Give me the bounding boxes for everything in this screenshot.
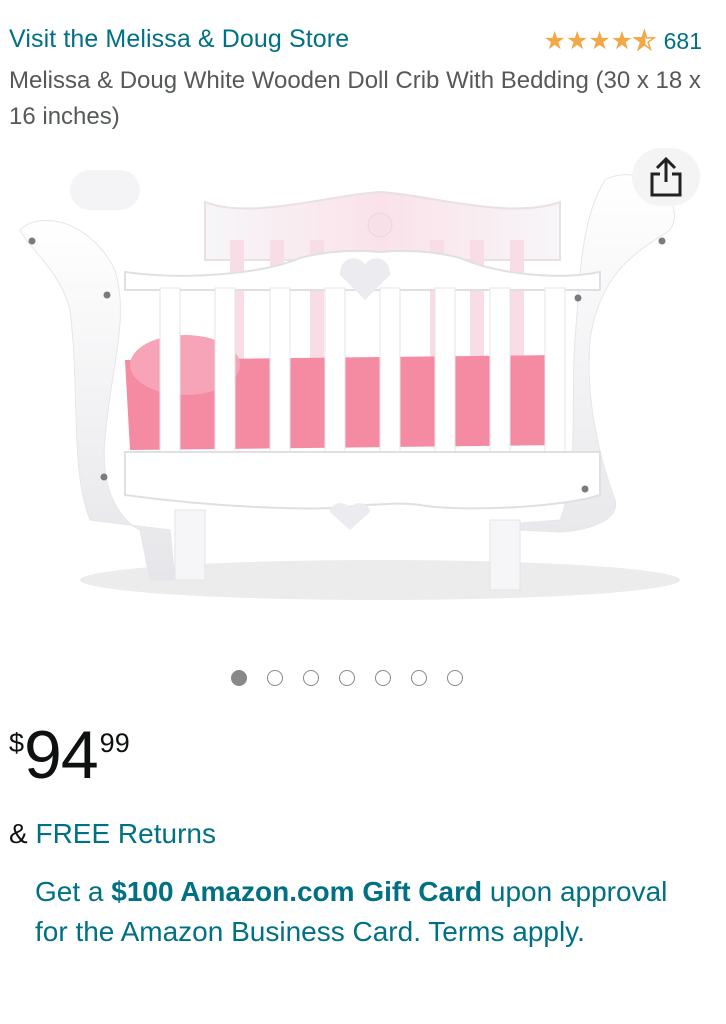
review-count[interactable]: 681	[664, 28, 702, 55]
carousel-dot-4[interactable]	[339, 670, 355, 686]
carousel-dot-1[interactable]	[231, 670, 247, 686]
carousel-dot-3[interactable]	[303, 670, 319, 686]
carousel-dot-5[interactable]	[375, 670, 391, 686]
carousel-dot-2[interactable]	[267, 670, 283, 686]
share-button[interactable]	[632, 148, 700, 206]
star-icon: ★	[565, 27, 589, 55]
carousel-dot-6[interactable]	[411, 670, 427, 686]
promo-bold: $100 Amazon.com Gift Card	[111, 876, 483, 907]
star-icon: ★	[610, 27, 634, 55]
promo-pre: Get a	[35, 876, 112, 907]
star-icon: ★	[588, 27, 611, 55]
price-symbol: $	[9, 728, 25, 758]
price: $ 94 99	[9, 717, 130, 793]
star-icon: ★	[543, 27, 566, 55]
product-image[interactable]	[0, 140, 726, 640]
store-link[interactable]: Visit the Melissa & Doug Store	[9, 25, 349, 54]
share-icon	[650, 156, 682, 197]
price-whole: 94	[24, 717, 99, 793]
rating[interactable]: ★ ★ ★ ★ ★ 681	[544, 28, 702, 55]
free-returns-link[interactable]: FREE Returns	[35, 818, 216, 849]
star-rating: ★ ★ ★ ★ ★	[543, 27, 657, 55]
image-carousel-dots	[231, 670, 483, 686]
product-title: Melissa & Doug White Wooden Doll Crib Wi…	[9, 67, 701, 130]
carousel-dot-7[interactable]	[447, 670, 463, 686]
gift-card-promo[interactable]: Get a $100 Amazon.com Gift Card upon app…	[35, 872, 685, 952]
crib-image	[19, 170, 680, 600]
price-fraction: 99	[99, 728, 130, 758]
half-star-icon: ★	[632, 27, 656, 55]
returns-info: & FREE Returns	[9, 818, 216, 850]
returns-prefix: &	[9, 818, 36, 849]
